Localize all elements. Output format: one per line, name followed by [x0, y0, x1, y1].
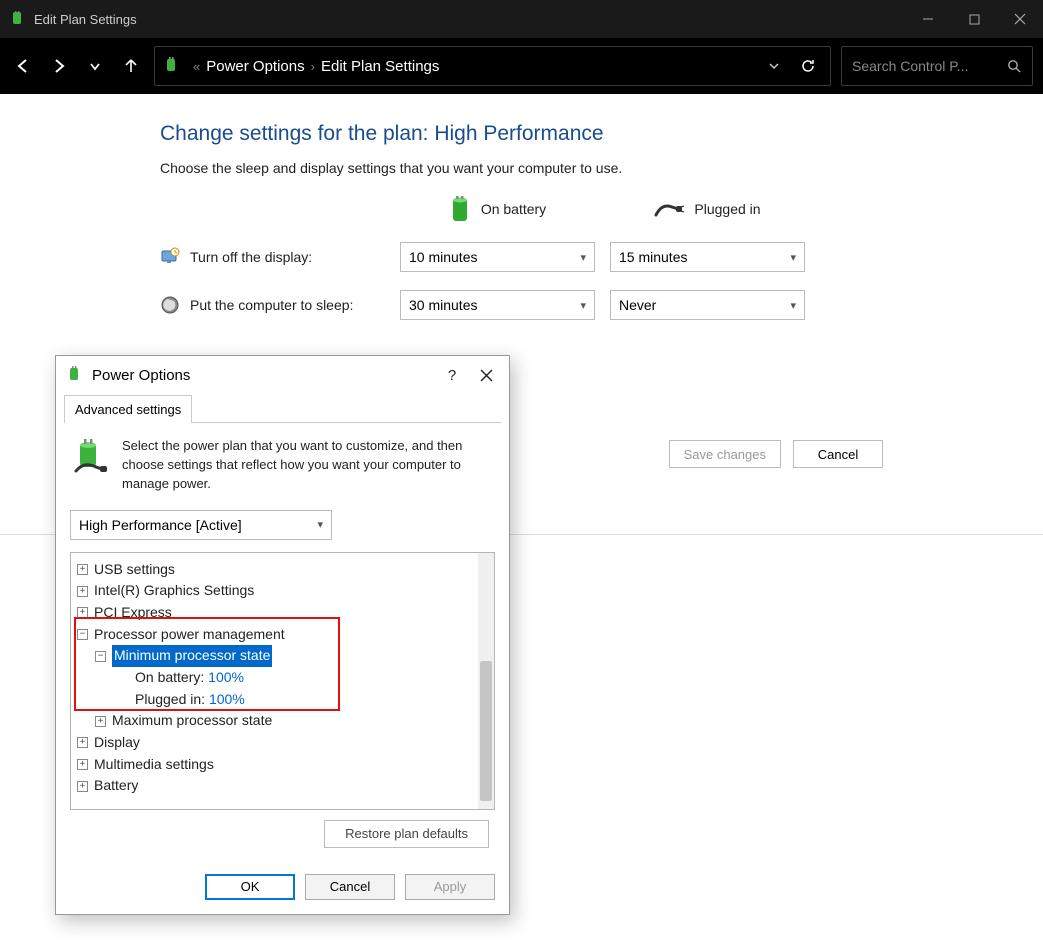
- tree-scrollbar[interactable]: [478, 553, 494, 809]
- power-options-dialog: Power Options ? Advanced settings Select…: [55, 355, 510, 915]
- breadcrumb-prev-icon[interactable]: «: [193, 59, 200, 74]
- window-titlebar: Edit Plan Settings: [0, 0, 1043, 38]
- nav-back-button[interactable]: [10, 53, 36, 79]
- window-minimize-button[interactable]: [905, 0, 951, 38]
- column-header-plugged: Plugged in: [610, 199, 805, 219]
- cancel-button[interactable]: Cancel: [793, 440, 883, 468]
- chevron-down-icon: ▾: [790, 251, 796, 264]
- power-plan-value: High Performance [Active]: [79, 517, 242, 533]
- row-label-sleep-text: Put the computer to sleep:: [190, 297, 353, 313]
- column-header-battery: On battery: [400, 194, 595, 224]
- tree-node-intel-graphics[interactable]: +Intel(R) Graphics Settings: [77, 580, 492, 602]
- dialog-cancel-button[interactable]: Cancel: [305, 874, 395, 900]
- apply-button[interactable]: Apply: [405, 874, 495, 900]
- nav-forward-button[interactable]: [46, 53, 72, 79]
- expand-icon[interactable]: +: [77, 564, 88, 575]
- chevron-down-icon: ▾: [790, 299, 796, 312]
- power-plan-icon: [70, 437, 110, 477]
- address-icon: [163, 57, 181, 75]
- display-icon: [160, 247, 180, 267]
- page-subtext: Choose the sleep and display settings th…: [160, 160, 1043, 176]
- settings-tree[interactable]: +USB settings +Intel(R) Graphics Setting…: [70, 552, 495, 810]
- save-changes-button[interactable]: Save changes: [669, 440, 781, 468]
- nav-recent-button[interactable]: [82, 53, 108, 79]
- address-dropdown-button[interactable]: [760, 60, 788, 72]
- breadcrumb-item-power-options[interactable]: Power Options: [206, 58, 304, 75]
- expand-icon[interactable]: +: [77, 737, 88, 748]
- window-maximize-button[interactable]: [951, 0, 997, 38]
- display-battery-combo[interactable]: 10 minutes ▾: [400, 242, 595, 272]
- collapse-icon[interactable]: −: [77, 629, 88, 640]
- search-icon: [1007, 59, 1022, 74]
- tab-advanced-settings[interactable]: Advanced settings: [64, 395, 192, 423]
- chevron-down-icon: ▾: [580, 299, 586, 312]
- expand-icon[interactable]: +: [95, 716, 106, 727]
- restore-defaults-button[interactable]: Restore plan defaults: [324, 820, 489, 848]
- dialog-button-row: OK Cancel Apply: [56, 858, 509, 914]
- breadcrumb-item-edit-plan[interactable]: Edit Plan Settings: [321, 58, 439, 75]
- dialog-title: Power Options: [92, 367, 435, 384]
- tree-node-multimedia[interactable]: +Multimedia settings: [77, 754, 492, 776]
- display-plugged-value: 15 minutes: [619, 249, 687, 265]
- plug-icon: [654, 199, 684, 219]
- expand-icon[interactable]: +: [77, 781, 88, 792]
- sleep-plugged-combo[interactable]: Never ▾: [610, 290, 805, 320]
- nav-toolbar: « Power Options › Edit Plan Settings Sea…: [0, 38, 1043, 94]
- tree-node-max-processor-state[interactable]: +Maximum processor state: [77, 710, 492, 732]
- display-battery-value: 10 minutes: [409, 249, 477, 265]
- nav-up-button[interactable]: [118, 53, 144, 79]
- search-box[interactable]: Search Control P...: [841, 46, 1033, 86]
- dialog-intro-text: Select the power plan that you want to c…: [122, 437, 495, 494]
- power-plan-combo[interactable]: High Performance [Active] ▾: [70, 510, 332, 540]
- battery-icon: [449, 194, 471, 224]
- column-header-plugged-label: Plugged in: [694, 201, 760, 217]
- address-bar[interactable]: « Power Options › Edit Plan Settings: [154, 46, 831, 86]
- dialog-tabs: Advanced settings: [64, 394, 501, 423]
- tree-value-on-battery[interactable]: On battery: 100%: [77, 667, 492, 689]
- row-label-display-text: Turn off the display:: [190, 249, 312, 265]
- sleep-icon: [160, 295, 180, 315]
- expand-icon[interactable]: +: [77, 759, 88, 770]
- page-title: Change settings for the plan: High Perfo…: [160, 122, 1043, 146]
- window-close-button[interactable]: [997, 0, 1043, 38]
- breadcrumb-separator-icon: ›: [311, 59, 315, 74]
- dialog-icon: [66, 366, 84, 384]
- row-label-display: Turn off the display:: [160, 247, 385, 267]
- expand-icon[interactable]: +: [77, 607, 88, 618]
- tree-node-pci-express[interactable]: +PCI Express: [77, 602, 492, 624]
- column-header-battery-label: On battery: [481, 201, 546, 217]
- tree-scrollbar-thumb[interactable]: [480, 661, 492, 801]
- dialog-help-button[interactable]: ?: [435, 367, 469, 384]
- window-title: Edit Plan Settings: [34, 12, 137, 27]
- app-icon: [10, 11, 26, 27]
- row-label-sleep: Put the computer to sleep:: [160, 295, 385, 315]
- refresh-button[interactable]: [794, 58, 822, 74]
- tree-node-min-processor-state[interactable]: −Minimum processor state: [77, 645, 492, 667]
- sleep-battery-value: 30 minutes: [409, 297, 477, 313]
- display-plugged-combo[interactable]: 15 minutes ▾: [610, 242, 805, 272]
- sleep-plugged-value: Never: [619, 297, 656, 313]
- sleep-battery-combo[interactable]: 30 minutes ▾: [400, 290, 595, 320]
- tree-node-battery[interactable]: +Battery: [77, 775, 492, 797]
- collapse-icon[interactable]: −: [95, 651, 106, 662]
- dialog-titlebar: Power Options ?: [56, 356, 509, 394]
- tree-value-plugged-in[interactable]: Plugged in: 100%: [77, 689, 492, 711]
- tree-node-processor-power[interactable]: −Processor power management: [77, 624, 492, 646]
- tree-node-display[interactable]: +Display: [77, 732, 492, 754]
- tree-node-usb[interactable]: +USB settings: [77, 559, 492, 581]
- chevron-down-icon: ▾: [580, 251, 586, 264]
- ok-button[interactable]: OK: [205, 874, 295, 900]
- chevron-down-icon: ▾: [317, 518, 323, 531]
- search-placeholder: Search Control P...: [852, 58, 1007, 74]
- dialog-close-button[interactable]: [469, 369, 503, 382]
- expand-icon[interactable]: +: [77, 586, 88, 597]
